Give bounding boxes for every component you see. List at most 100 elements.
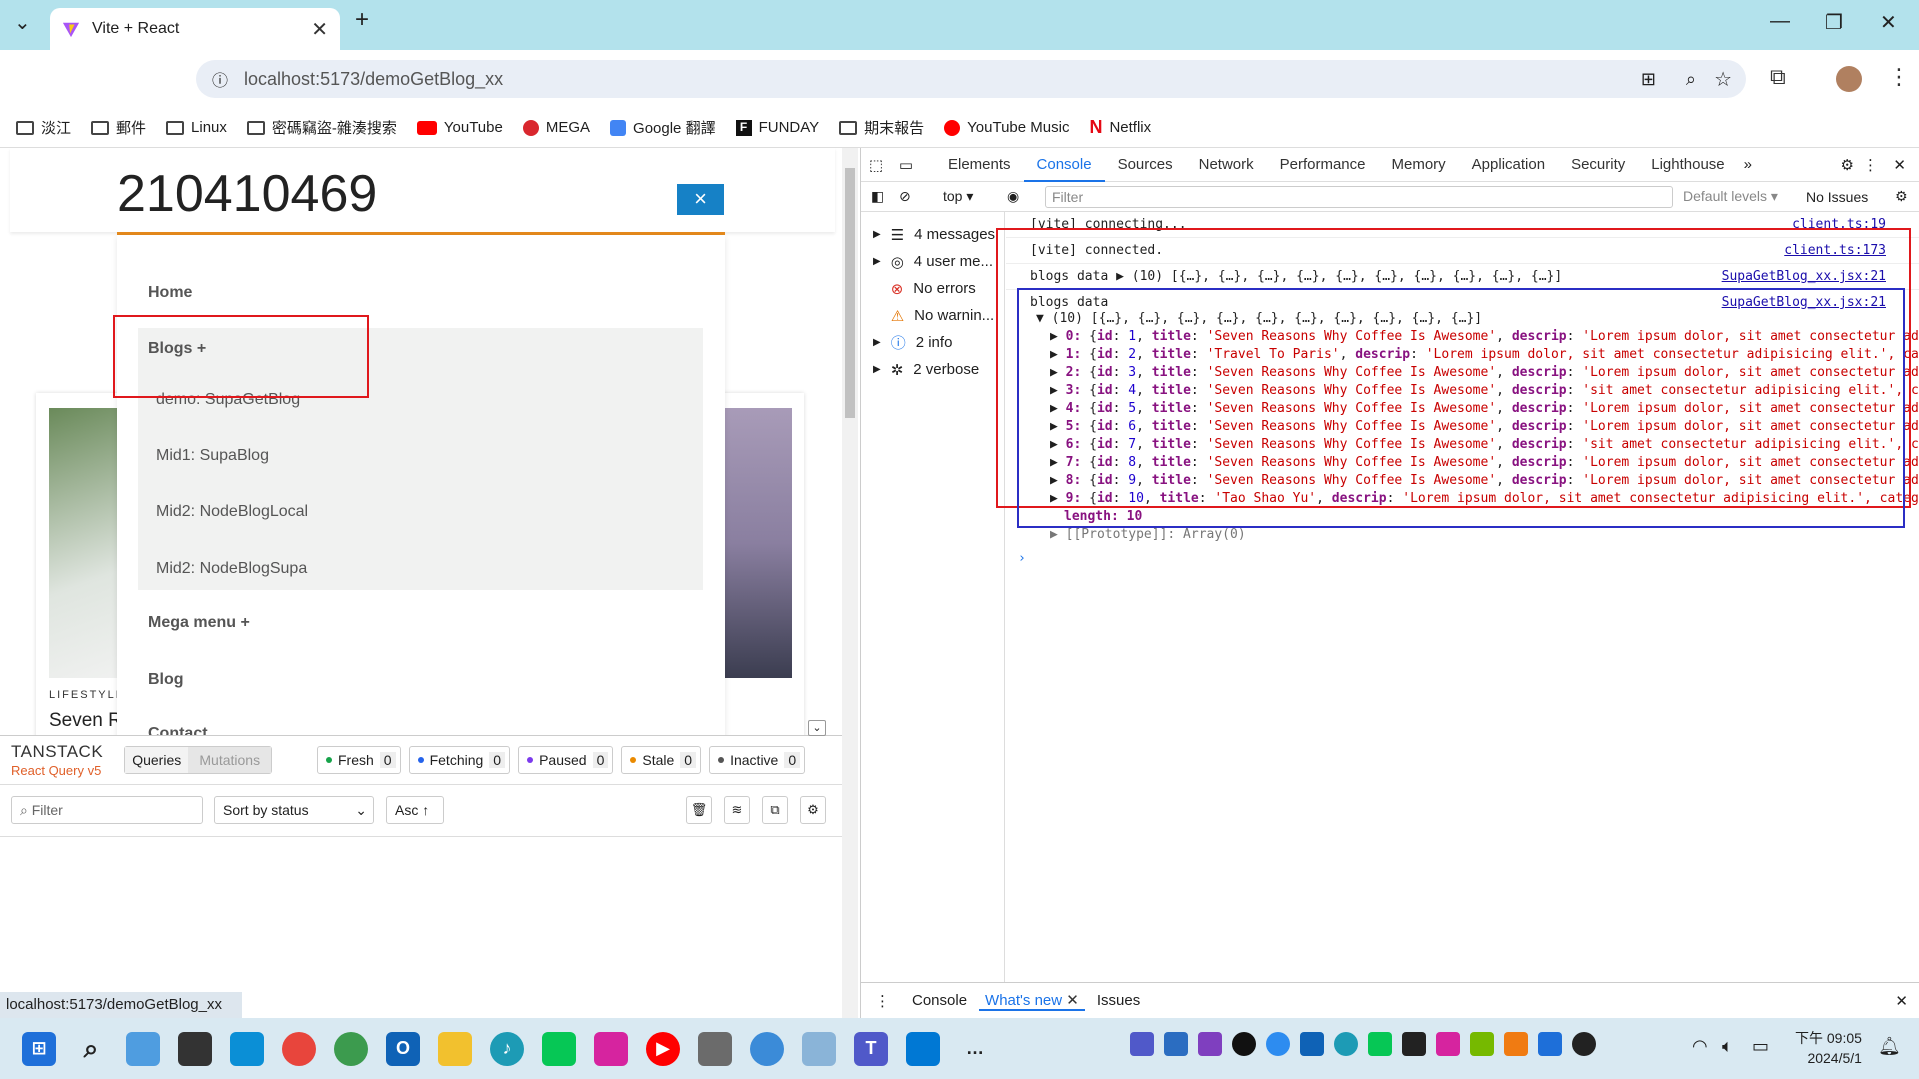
wifi-icon[interactable]: ◠ [1692,1036,1708,1057]
address-bar[interactable]: ⓘ localhost:5173/demoGetBlog_xx ⊞ ⌕ ☆ [196,60,1746,98]
tray-nvidia-icon[interactable] [1470,1032,1494,1056]
drawer-tab-console[interactable]: Console [900,992,979,1009]
bookmark-item[interactable]: Linux [166,119,227,136]
music-icon[interactable]: ♪ [490,1031,524,1066]
tab-memory[interactable]: Memory [1379,148,1459,182]
more-apps-icon[interactable]: … [958,1032,992,1066]
drawer-menu-icon[interactable]: ⋮ [861,992,900,1010]
query-filter-input[interactable]: ⌕ Filter [11,796,203,824]
tab-mutations[interactable]: Mutations [188,747,271,773]
outlook-icon[interactable]: O [386,1031,420,1066]
tray-app-icon[interactable] [1402,1032,1426,1056]
tab-security[interactable]: Security [1558,148,1638,182]
kebab-menu-icon[interactable]: ⋮ [1863,156,1878,174]
youtube-music-icon[interactable]: ▶ [646,1031,680,1066]
bookmark-item[interactable]: 期末報告 [839,117,924,138]
bookmark-item[interactable]: F FUNDAY [735,119,819,136]
sort-select[interactable]: Sort by status ⌄ [214,796,374,824]
close-devtools-icon[interactable]: ✕ [1893,156,1906,174]
tab-sources[interactable]: Sources [1105,148,1186,182]
inspect-icon[interactable]: ⬚ [861,156,891,174]
collapse-panel-icon[interactable]: ⌄ [808,720,826,736]
tray-messenger-icon[interactable] [1266,1032,1290,1056]
bookmark-item[interactable]: 淡江 [16,117,71,138]
drawer-tab-issues[interactable]: Issues [1085,992,1152,1009]
task-view-icon[interactable] [178,1031,212,1066]
extensions-icon[interactable]: ⧉ [1770,64,1786,90]
sidebar-toggle-icon[interactable]: ◧ [871,188,884,205]
popout-icon[interactable]: ⧉ [762,796,788,824]
bookmark-item[interactable]: MEGA [522,119,590,136]
snipping-icon[interactable] [802,1031,836,1066]
tab-queries[interactable]: Queries [125,747,189,773]
bookmark-item[interactable]: N Netflix [1089,117,1151,138]
issues-count[interactable]: No Issues [1806,189,1868,205]
more-tabs-icon[interactable]: » [1738,156,1758,173]
tab-network[interactable]: Network [1186,148,1267,182]
close-icon[interactable]: ✕ [1066,992,1079,1009]
console-settings-icon[interactable]: ⚙ [1895,188,1908,205]
menu-icon[interactable]: ⋮ [1888,64,1910,90]
edge-icon[interactable] [230,1031,264,1066]
tab-elements[interactable]: Elements [935,148,1024,182]
tray-audio-icon[interactable] [1436,1032,1460,1056]
line-icon[interactable] [542,1031,576,1066]
sidebar-verbose[interactable]: ▶ ✲ 2 verbose [861,356,1004,383]
calculator-icon[interactable] [698,1031,732,1066]
wifi-icon[interactable]: ≋ [724,796,750,824]
chrome-profile-icon[interactable] [334,1031,368,1066]
tray-line-icon[interactable] [1368,1032,1392,1056]
menu-home[interactable]: Home [148,284,192,302]
tray-music-icon[interactable] [1334,1032,1358,1056]
console-prompt[interactable]: › [1018,550,1026,568]
volume-icon[interactable]: 🔈︎ [1722,1036,1733,1057]
bookmark-item[interactable]: 密碼竊盜-雜湊搜索 [246,117,397,138]
sidebar-warnings[interactable]: ▶⚠No warnin... [861,302,1004,329]
tray-grammarly-icon[interactable] [1232,1032,1256,1056]
tray-onenote-icon[interactable] [1198,1032,1222,1056]
translate-icon[interactable]: ⊞ [1641,69,1656,90]
clock[interactable]: 下午 09:05 2024/5/1 [1795,1028,1862,1068]
bookmark-item[interactable]: YouTube [416,119,503,136]
close-tab-icon[interactable]: ✕ [311,17,328,42]
tab-lighthouse[interactable]: Lighthouse [1638,148,1737,182]
tab-performance[interactable]: Performance [1267,148,1379,182]
sidebar-user-messages[interactable]: ▶ ◎ 4 user me... [861,248,1004,275]
tray-close-icon[interactable] [1572,1032,1596,1056]
site-info-icon[interactable]: ⓘ [212,67,228,91]
tab-console[interactable]: Console [1023,148,1105,182]
minimize-button[interactable]: — [1770,10,1790,33]
submenu-item[interactable]: Mid1: SupaBlog [156,447,269,465]
clear-console-icon[interactable]: ⊘ [899,188,911,205]
network-map-icon[interactable] [750,1031,784,1066]
new-tab-button[interactable]: + [355,6,369,34]
tab-application[interactable]: Application [1459,148,1558,182]
submenu-item[interactable]: Mid2: NodeBlogSupa [156,560,307,578]
teams-icon[interactable]: T [854,1031,888,1066]
log-levels-select[interactable]: Default levels ▾ [1683,188,1778,205]
tray-teams-work-icon[interactable] [1164,1032,1188,1056]
drawer-tab-whats-new[interactable]: What's new ✕ [979,991,1085,1011]
close-drawer-icon[interactable]: ✕ [1895,992,1908,1010]
bookmark-item[interactable]: Google 翻譯 [610,117,716,138]
zoom-icon[interactable]: ⌕ [1686,69,1696,90]
tray-teams-icon[interactable] [1130,1032,1154,1056]
tab-search-icon[interactable]: ⌄ [14,10,31,35]
sort-direction-button[interactable]: Asc ↑ [386,796,444,824]
notification-icon[interactable]: 🔔︎ [1878,1036,1901,1057]
browser-tab[interactable]: Vite + React ✕ [50,8,340,50]
console-filter-input[interactable]: Filter [1045,186,1673,208]
submenu-item[interactable]: Mid2: NodeBlogLocal [156,503,308,521]
restore-button[interactable]: ❐ [1825,10,1843,35]
close-menu-button[interactable]: × [677,184,724,215]
file-explorer-icon[interactable] [438,1031,472,1066]
bookmark-item[interactable]: 郵件 [91,117,146,138]
menu-blog[interactable]: Blog [148,671,184,689]
settings-icon[interactable]: ⚙ [800,796,826,824]
close-window-button[interactable]: ✕ [1880,10,1897,35]
tray-security-icon[interactable] [1538,1032,1562,1056]
chrome-icon[interactable] [282,1031,316,1066]
clear-cache-icon[interactable]: 🗑 [686,796,712,824]
eye-icon[interactable]: ◉ [1007,188,1019,205]
settings-gear-icon[interactable]: ⚙ [1841,156,1854,174]
